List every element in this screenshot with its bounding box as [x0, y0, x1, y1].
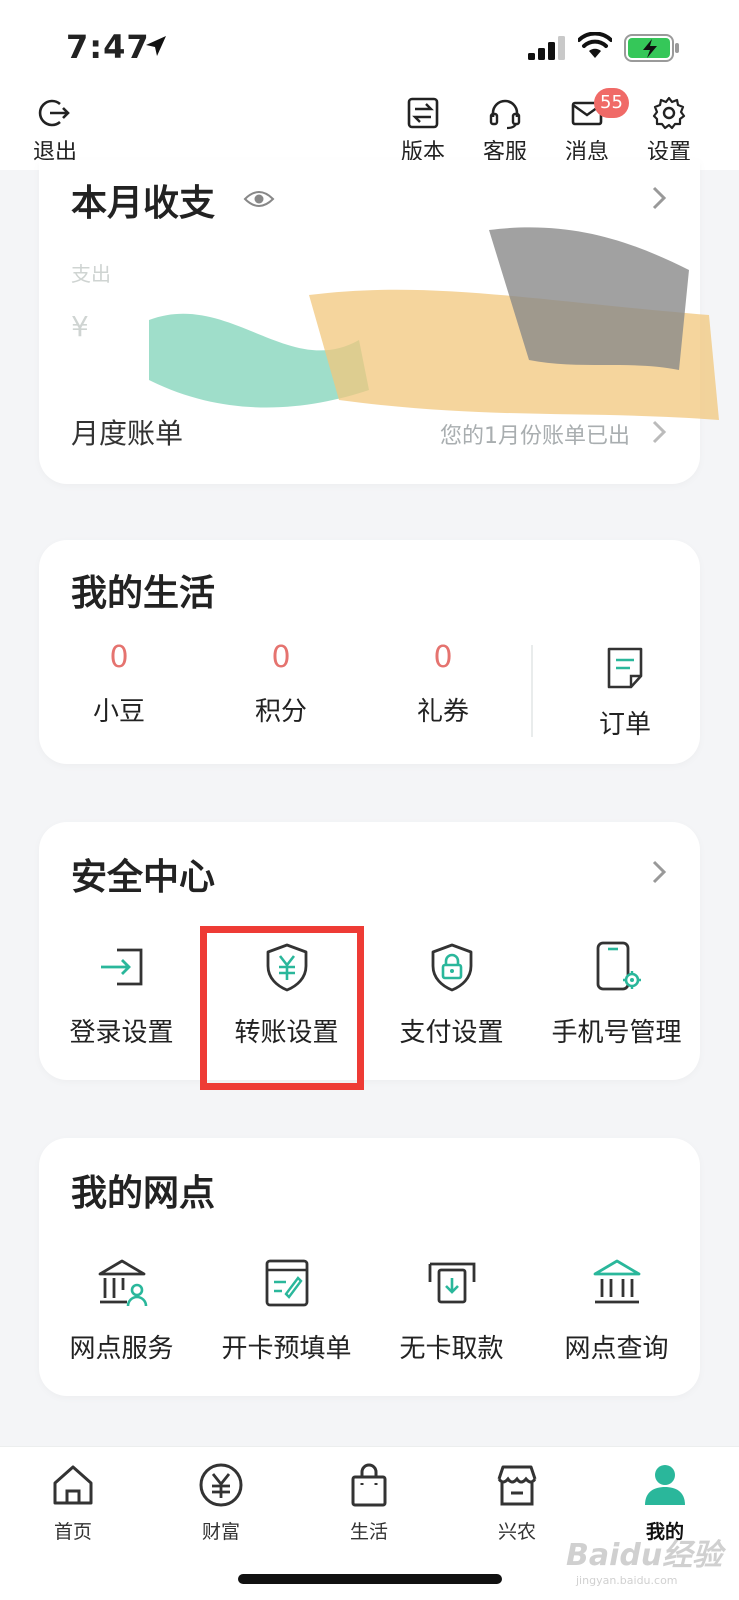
orders-button[interactable]: 订单	[565, 646, 685, 741]
nav-wealth[interactable]: 财富	[161, 1461, 281, 1544]
outlet-search-item[interactable]: 网点查询	[534, 1256, 699, 1365]
stat-value: 0	[433, 640, 453, 675]
expense-label: 支出	[71, 262, 111, 286]
atm-withdraw-icon	[428, 1262, 475, 1304]
grid-item-label: 开卡预填单	[221, 1334, 352, 1364]
highlight-box	[200, 926, 364, 1090]
bank-person-icon	[98, 1259, 147, 1307]
eye-icon[interactable]	[243, 188, 275, 210]
grid-item-label: 网点查询	[564, 1334, 669, 1364]
version-switch-icon	[407, 97, 439, 129]
status-bar: 7:47	[0, 0, 739, 90]
stat-points[interactable]: 0 积分	[201, 640, 361, 728]
gear-icon	[652, 96, 686, 130]
outlet-service-item[interactable]: 网点服务	[39, 1256, 204, 1365]
security-center-card: 安全中心 登录设置 转账设置 支付设置 手机号管理	[39, 822, 700, 1080]
my-life-card: 我的生活 0 小豆 0 积分 0 礼券 订单	[39, 540, 700, 764]
version-button[interactable]: 版本	[388, 96, 458, 166]
outlets-title: 我的网点	[71, 1173, 216, 1214]
divider	[531, 645, 533, 737]
settings-button[interactable]: 设置	[634, 96, 704, 166]
monthly-bill-label: 月度账单	[71, 417, 184, 450]
nav-life[interactable]: 生活	[309, 1461, 429, 1544]
payment-settings-item[interactable]: 支付设置	[369, 940, 534, 1049]
stat-label: 礼券	[416, 697, 469, 727]
logout-icon	[38, 99, 70, 127]
stat-value: 0	[271, 640, 291, 675]
grid-item-label: 无卡取款	[399, 1334, 504, 1364]
battery-charging-icon	[624, 34, 679, 62]
redaction-scribble	[149, 227, 719, 420]
chevron-right-icon[interactable]	[650, 418, 668, 446]
shop-icon	[497, 1465, 537, 1506]
stat-label: 小豆	[92, 697, 145, 727]
life-title: 我的生活	[71, 573, 216, 614]
bill-status-note: 您的1月份账单已出	[440, 424, 630, 449]
nav-agriculture[interactable]: 兴农	[457, 1461, 577, 1544]
my-outlets-card: 我的网点 网点服务 开卡预填单 无卡取款 网点查询	[39, 1138, 700, 1396]
chevron-right-icon[interactable]	[650, 184, 668, 212]
grid-item-label: 支付设置	[399, 1018, 504, 1048]
home-indicator[interactable]	[238, 1574, 502, 1584]
user-icon	[645, 1465, 685, 1505]
stat-beans[interactable]: 0 小豆	[39, 640, 199, 728]
logout-button[interactable]: 退出	[20, 96, 90, 166]
status-time: 7:47	[66, 28, 150, 66]
nav-label: 首页	[53, 1521, 92, 1543]
watermark-sub: jingyan.baidu.com	[576, 1574, 678, 1587]
grid-item-label: 手机号管理	[551, 1018, 682, 1048]
customer-service-button[interactable]: 客服	[470, 96, 540, 166]
location-arrow-icon	[146, 36, 166, 56]
stat-coupons[interactable]: 0 礼券	[363, 640, 523, 728]
home-icon	[53, 1465, 93, 1505]
form-edit-icon	[265, 1259, 308, 1307]
watermark-text: Baidu经验	[566, 1538, 723, 1573]
nav-label: 兴农	[497, 1521, 536, 1543]
phone-settings-icon	[596, 941, 641, 991]
grid-item-label: 登录设置	[69, 1018, 174, 1048]
stat-value: 0	[109, 640, 129, 675]
monthly-summary-card[interactable]: 本月收支 支出 ¥ 月度账单 您的1月份账单已出	[39, 160, 719, 484]
login-icon	[100, 948, 142, 986]
monthly-title: 本月收支	[71, 183, 216, 224]
headset-icon	[489, 99, 521, 130]
order-document-icon	[607, 647, 643, 689]
card-prefill-item[interactable]: 开卡预填单	[204, 1256, 369, 1365]
watermark: Baidu经验 jingyan.baidu.com	[566, 1530, 722, 1587]
bag-icon	[351, 1463, 387, 1507]
security-title: 安全中心	[71, 857, 216, 898]
bank-building-icon	[593, 1259, 640, 1304]
payment-lock-icon	[431, 943, 472, 992]
orders-label: 订单	[598, 710, 651, 740]
nav-label: 生活	[349, 1521, 388, 1543]
nav-home[interactable]: 首页	[13, 1461, 133, 1544]
chevron-right-icon[interactable]	[650, 858, 668, 886]
phone-management-item[interactable]: 手机号管理	[534, 940, 699, 1049]
wealth-icon	[199, 1463, 243, 1507]
nav-label: 财富	[201, 1521, 240, 1543]
login-settings-item[interactable]: 登录设置	[39, 940, 204, 1049]
message-count-badge: 55	[594, 88, 629, 118]
messages-button[interactable]: 55 消息	[552, 88, 629, 166]
amount-prefix: ¥	[71, 310, 89, 343]
wifi-icon	[578, 32, 612, 58]
grid-item-label: 网点服务	[69, 1334, 174, 1364]
cellular-signal-icon	[528, 36, 565, 60]
stat-label: 积分	[254, 697, 307, 727]
top-action-bar: 退出 版本 客服 55 消息 设置	[0, 88, 739, 170]
cardless-withdrawal-item[interactable]: 无卡取款	[369, 1256, 534, 1365]
